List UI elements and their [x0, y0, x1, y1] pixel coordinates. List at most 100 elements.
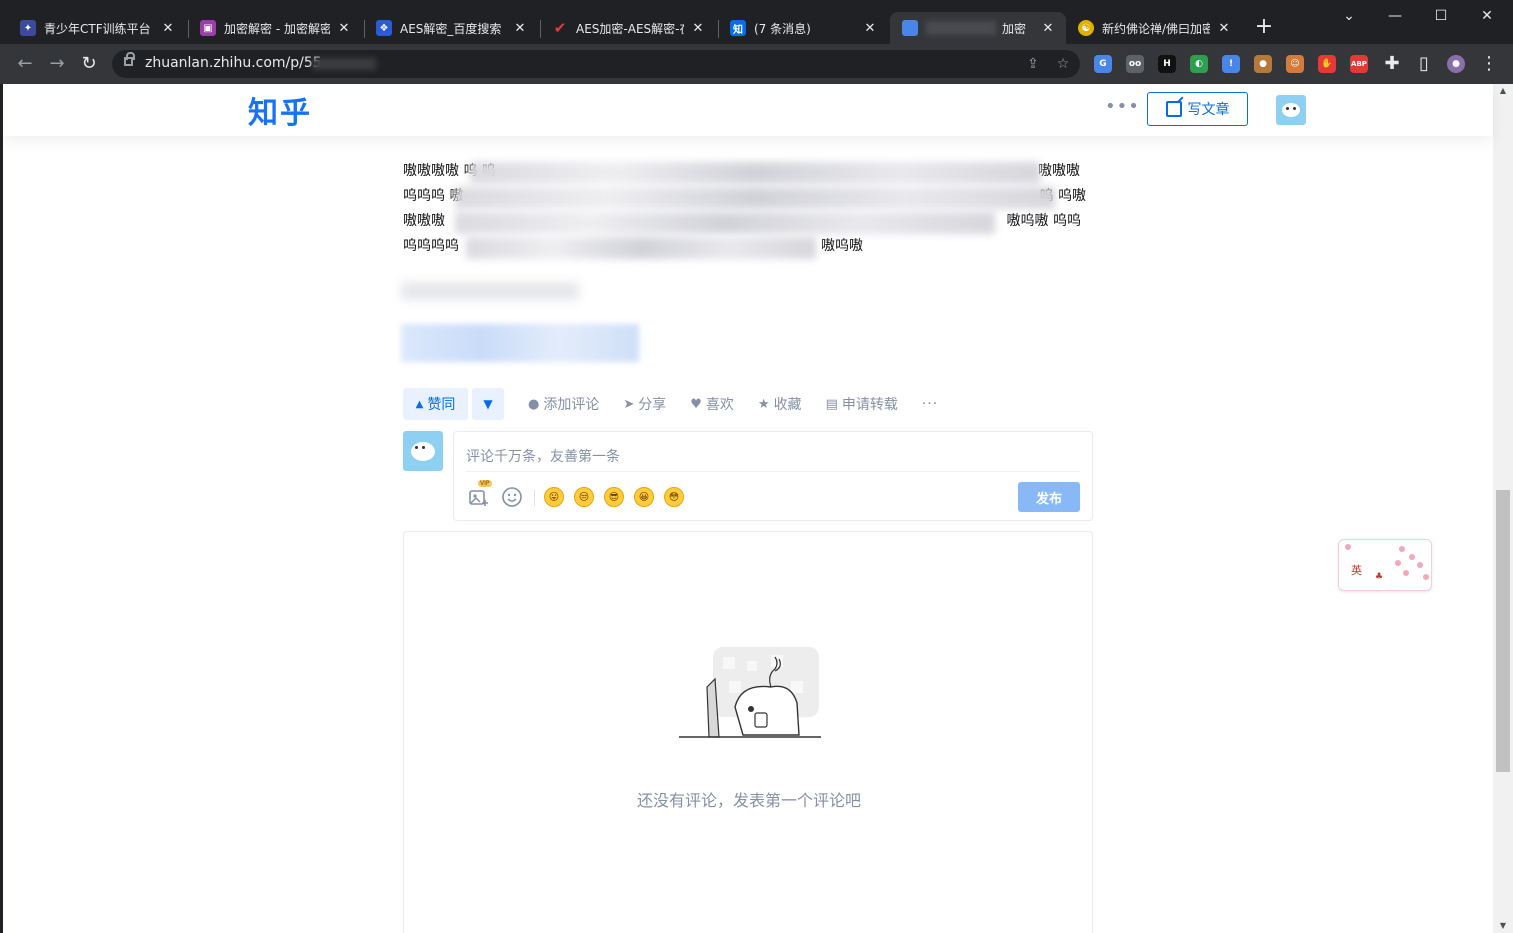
tab-encrypt-decrypt[interactable]: ▣ 加密解密 - 加密解密 ✕: [188, 12, 362, 44]
close-icon[interactable]: ✕: [690, 21, 706, 36]
abp-extension-icon[interactable]: ABP: [1350, 55, 1368, 73]
user-avatar[interactable]: [1276, 95, 1306, 125]
edit-icon: [1165, 101, 1182, 117]
article-icon: [902, 20, 918, 36]
url-text: zhuanlan.zhihu.com/p/55: [145, 55, 322, 71]
extensions-puzzle-icon[interactable]: ✚: [1381, 53, 1403, 75]
tab-aes-tool[interactable]: ✔ AES加密-AES解密-在 ✕: [540, 12, 716, 44]
scroll-down-arrow-icon[interactable]: ▼: [1493, 919, 1513, 933]
emoji-grin-icon[interactable]: 😀: [634, 487, 654, 507]
empty-comments-text: 还没有评论，发表第一个评论吧: [636, 791, 861, 810]
zhihu-icon: 知: [730, 20, 746, 36]
page-scrollbar[interactable]: ▲ ▼: [1493, 84, 1513, 933]
zhihu-header: 知乎 ••• 写文章: [3, 84, 1493, 136]
tab-ctf[interactable]: ✦ 青少年CTF训练平台 | ✕: [8, 12, 186, 44]
translate-extension-icon[interactable]: G: [1094, 55, 1112, 73]
heart-icon: ♥: [690, 396, 702, 412]
close-icon[interactable]: ✕: [1216, 21, 1232, 36]
monkey-extension-icon[interactable]: ☺: [1286, 55, 1304, 73]
translate-widget[interactable]: 英 ♣: [1338, 539, 1432, 591]
tab-current-article[interactable]: 加密（ ✕: [890, 12, 1066, 44]
close-icon[interactable]: ✕: [1040, 21, 1056, 36]
like-label: 喜欢: [705, 397, 734, 413]
tab-title: 新约佛论禅/佛曰加密: [1102, 21, 1210, 36]
close-window-icon[interactable]: ✕: [1464, 8, 1510, 24]
page-viewport: 知乎 ••• 写文章 嗷嗷嗷嗷 呜 呜 嗷嗷嗷 呜呜呜 嗷 呜 呜嗷 嗷嗷嗷 嗷…: [0, 84, 1513, 933]
translate-widget-label: 英: [1351, 564, 1362, 577]
red-extension-icon[interactable]: ✋: [1318, 55, 1336, 73]
comment-input[interactable]: [466, 442, 1080, 472]
minimize-icon[interactable]: —: [1372, 8, 1418, 24]
upvote-button[interactable]: ▲ 赞同: [403, 388, 468, 420]
share-icon[interactable]: ⇪: [1024, 55, 1042, 73]
forward-icon[interactable]: →: [46, 53, 68, 75]
address-bar[interactable]: zhuanlan.zhihu.com/p/55 ⇪ ☆: [112, 50, 1080, 78]
downvote-button[interactable]: ▼: [472, 388, 504, 420]
redaction: [401, 282, 579, 300]
image-upload-icon[interactable]: VIP: [468, 480, 492, 508]
request-repost-label: 申请转载: [841, 397, 898, 413]
ctf-icon: ✦: [20, 20, 36, 36]
glasses-extension-icon[interactable]: oo: [1126, 55, 1144, 73]
collect-label: 收藏: [773, 397, 802, 413]
menu-kebab-icon[interactable]: ⋮: [1478, 53, 1500, 75]
add-comment-label: 添加评论: [543, 397, 600, 413]
alert-extension-icon[interactable]: !: [1222, 55, 1240, 73]
close-icon[interactable]: ✕: [512, 21, 528, 36]
emoji-sunglasses-icon[interactable]: 😎: [604, 487, 624, 507]
emoji-flushed-icon[interactable]: 😳: [664, 487, 684, 507]
bookmark-star-icon[interactable]: ☆: [1054, 55, 1072, 73]
article-line-end: 嗷呜嗷: [821, 238, 863, 254]
back-icon[interactable]: ←: [14, 53, 36, 75]
redaction: [455, 187, 1055, 209]
scroll-thumb[interactable]: [1496, 490, 1510, 772]
article-line: 呜呜呜呜: [403, 238, 459, 254]
emoji-unamused-icon[interactable]: 😒: [574, 487, 594, 507]
more-options-icon[interactable]: •••: [1105, 96, 1140, 117]
tab-title: 青少年CTF训练平台 |: [44, 21, 154, 36]
triangle-down-icon: ▼: [483, 397, 493, 411]
write-article-label: 写文章: [1187, 102, 1230, 118]
like-button[interactable]: ♥ 喜欢: [690, 394, 734, 414]
close-icon[interactable]: ✕: [160, 21, 176, 36]
bow-icon: ♣: [1375, 572, 1384, 582]
upvote-label: 赞同: [427, 397, 456, 413]
empty-comments-illustration-icon: [679, 647, 821, 738]
zhihu-logo[interactable]: 知乎: [248, 88, 312, 132]
share-button[interactable]: ➤ 分享: [623, 394, 666, 414]
tab-title: 加密解密 - 加密解密: [224, 21, 330, 36]
write-article-button[interactable]: 写文章: [1147, 92, 1248, 126]
request-repost-button[interactable]: ▤ 申请转载: [826, 394, 898, 414]
tab-zhihu-messages[interactable]: 知 (7 条消息) ✕: [718, 12, 888, 44]
maximize-icon[interactable]: ☐: [1418, 8, 1464, 24]
reload-icon[interactable]: ↻: [78, 53, 100, 75]
close-icon[interactable]: ✕: [336, 21, 352, 36]
profile-avatar-icon[interactable]: ●: [1447, 55, 1465, 73]
tab-title: AES解密_百度搜索: [400, 21, 502, 36]
vip-badge: VIP: [478, 480, 492, 487]
emoji-picker-icon[interactable]: [501, 486, 523, 508]
tab-buddha-cipher[interactable]: ☯ 新约佛论禅/佛曰加密 ✕: [1066, 12, 1242, 44]
scroll-up-arrow-icon[interactable]: ▲: [1493, 84, 1513, 98]
more-actions-icon[interactable]: ···: [922, 396, 938, 412]
tab-search-icon[interactable]: ⌄: [1326, 8, 1372, 24]
add-comment-button[interactable]: ● 添加评论: [528, 394, 599, 414]
close-icon[interactable]: ✕: [862, 21, 878, 36]
checkmark-icon: ✔: [553, 19, 567, 37]
tab-title: 加密（: [1002, 21, 1034, 36]
tab-bar: ✦ 青少年CTF训练平台 | ✕ ▣ 加密解密 - 加密解密 ✕ ❖ AES解密…: [0, 0, 1513, 44]
cookie-extension-icon[interactable]: ●: [1254, 55, 1272, 73]
emoji-tongue-icon[interactable]: 😛: [544, 487, 564, 507]
new-tab-button[interactable]: +: [1252, 16, 1276, 40]
document-icon: ▤: [825, 396, 838, 412]
browser-toolbar: ← → ↻ zhuanlan.zhihu.com/p/55 ⇪ ☆ Goo H ◐!…: [0, 44, 1513, 84]
collect-button[interactable]: ★ 收藏: [758, 394, 802, 414]
commenter-avatar: [403, 431, 443, 471]
url-redaction: [312, 58, 376, 70]
side-panel-icon[interactable]: ▯: [1413, 53, 1435, 75]
green-extension-icon[interactable]: ◐: [1190, 55, 1208, 73]
redaction: [401, 324, 639, 362]
tab-baidu-search[interactable]: ❖ AES解密_百度搜索 ✕: [364, 12, 538, 44]
publish-button[interactable]: 发布: [1018, 482, 1080, 512]
dark-extension-icon[interactable]: H: [1158, 55, 1176, 73]
